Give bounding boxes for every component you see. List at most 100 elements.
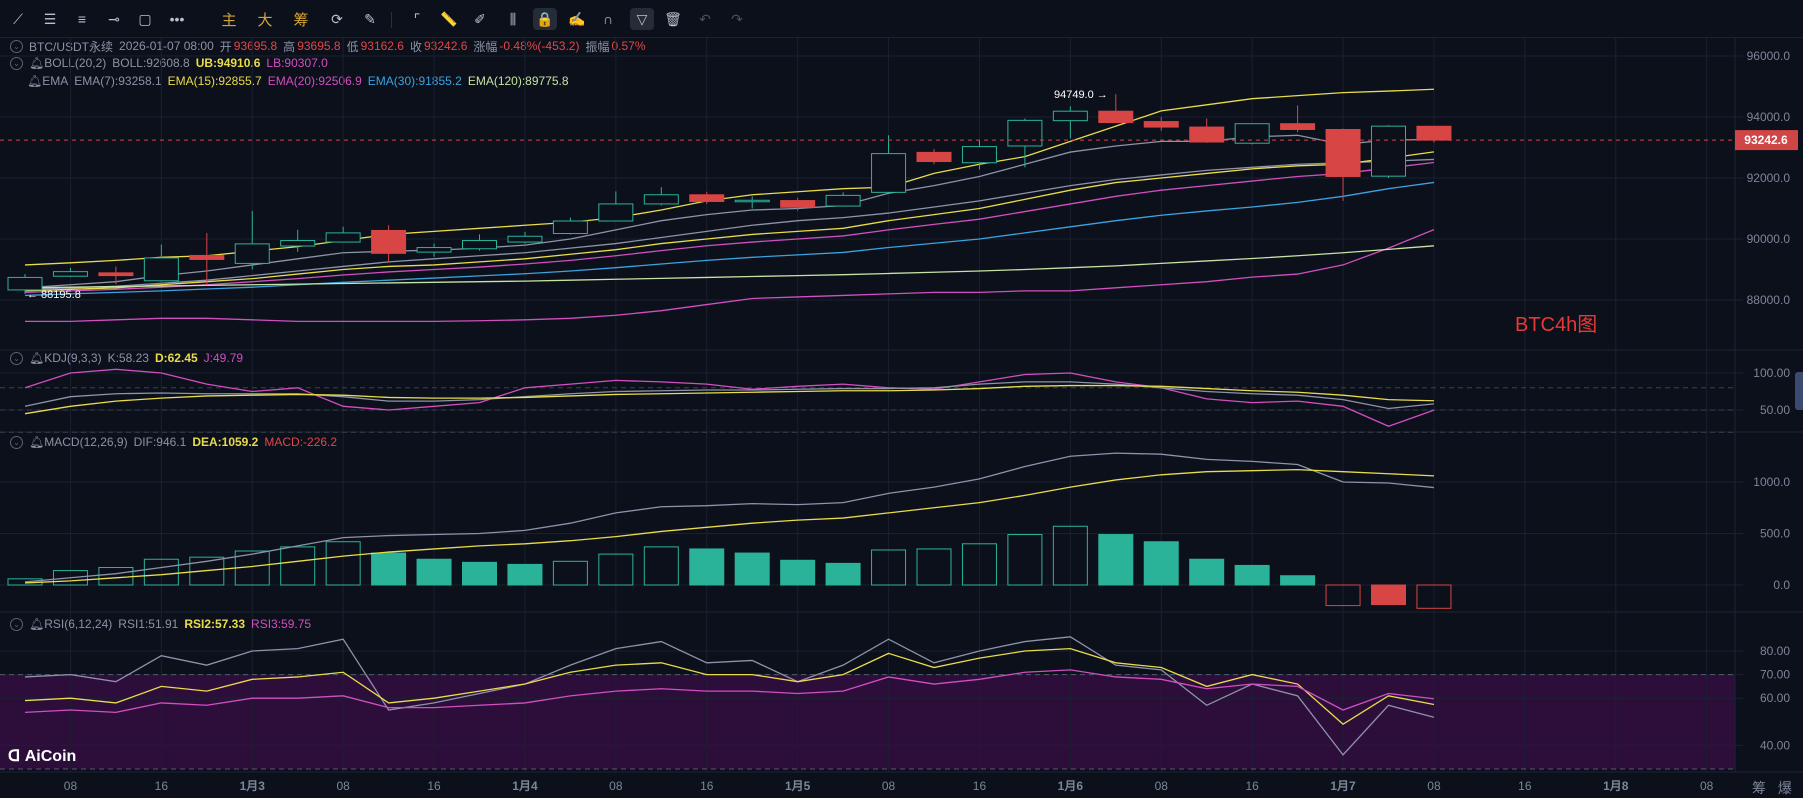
macd-dif: DIF:946.1 [133,435,187,449]
rsi3: RSI3:59.75 [251,617,312,631]
candle [1143,117,1179,131]
chart-note: BTC4h图 [1515,314,1598,336]
time-tick-label: 1月8 [1603,779,1629,793]
candle-body [1280,123,1316,131]
candle [734,196,770,209]
collapse-icon[interactable]: ⌄ [10,351,23,365]
candle-body [916,151,952,163]
line-boll [24,158,1434,290]
candle [1280,105,1316,133]
macd-histogram-bar [462,561,497,586]
candle [189,232,225,286]
macd-legend: ⌄ 🔔︎ MACD(12,26,9) DIF:946.1 DEA:1059.2 … [10,435,337,449]
macd-histogram-bar [1371,584,1406,606]
macd-histogram-bar [734,552,770,586]
macd-histogram-bar [780,559,816,586]
chips-liquidation-toggle[interactable]: 筹 爆 [1752,778,1796,798]
price-tick-label: 90000.0 [1747,232,1791,246]
candle [462,234,497,251]
candle-body [871,153,907,193]
line-ema-7- [24,134,1434,289]
chart-canvas[interactable]: 08 16 1月3 08 16 1月4 08 16 1月5 08 16 1月6 08 16 1月7 08 16 1… [0,0,1803,798]
side-panel-handle[interactable] [1795,372,1803,410]
macd-histogram-bar [416,558,452,586]
current-price-value: 93242.6 [1744,133,1788,147]
price-tick-label: 60.00 [1760,691,1790,705]
time-tick-label: 08 [882,779,896,793]
candle-body [825,194,861,207]
kdj-line-j [24,368,1435,427]
candle [643,187,679,206]
price-tick-label: 92000.0 [1747,171,1791,185]
candle [416,243,452,257]
price-tick-label: 1000.0 [1753,475,1790,489]
macd-histogram-bar [1280,575,1316,586]
macd-histogram-bar [280,546,316,586]
macd-histogram-bar [371,552,407,586]
candle-body [1052,110,1088,122]
macd-histogram-bar [1234,564,1270,586]
time-tick-label: 08 [64,779,78,793]
macd-histogram-bar [552,560,588,586]
candle [98,266,134,285]
candle-body [643,194,679,205]
low-price-label: ← 88195.8 [27,289,81,301]
price-tick-label: 0.0 [1773,578,1790,592]
high-price-label: 94749.0 → [1054,89,1108,101]
candle-body [234,243,270,264]
aicoin-logo: ᗡ AiCoin [8,746,76,766]
line-ema-15- [24,151,1435,292]
candle-body [462,240,497,250]
macd-histogram-bar [1098,534,1134,586]
candle-body [98,272,134,277]
time-tick-label: 16 [700,779,714,793]
candle-body [371,229,407,254]
candle [143,244,179,282]
collapse-icon[interactable]: ⌄ [10,617,23,631]
candle [1007,118,1043,168]
time-tick-label: 1月5 [785,779,811,793]
kdj-name[interactable]: KDJ(9,3,3) [44,351,101,365]
collapse-icon[interactable]: ⌄ [10,435,23,449]
line-ema-20- [24,161,1435,294]
time-tick-label: 08 [336,779,350,793]
time-tick-label: 16 [155,779,169,793]
time-tick-label: 1月7 [1330,779,1356,793]
time-tick-label: 1月6 [1058,779,1084,793]
candle-body [52,271,88,277]
logo-text: AiCoin [24,748,77,765]
candle [507,231,543,244]
time-tick-label: 16 [427,779,441,793]
bell-icon[interactable]: 🔔︎ [29,351,44,365]
candle [916,149,952,165]
candle-body [1007,119,1043,147]
macd-histogram-bar [689,548,725,586]
rsi2: RSI2:57.33 [184,617,246,631]
candle [325,226,361,243]
rsi1: RSI1:51.91 [118,617,179,631]
candle [371,225,407,261]
macd-histogram-bar [825,562,861,586]
candle [1189,118,1225,143]
kdj-j: J:49.79 [203,351,244,365]
candle-body [143,257,179,282]
time-tick-label: 16 [1518,779,1532,793]
candle [280,229,316,252]
kdj-legend: ⌄ 🔔︎ KDJ(9,3,3) K:58.23 D:62.45 J:49.79 [10,351,243,365]
macd-histogram-bar [1189,558,1225,586]
rsi-legend: ⌄ 🔔︎ RSI(6,12,24) RSI1:51.91 RSI2:57.33 … [10,617,311,631]
candle [1234,123,1270,145]
candle [234,210,270,270]
time-tick-label: 16 [973,779,987,793]
rsi-overbought-band [0,674,1735,769]
time-tick-label: 08 [609,779,623,793]
rsi-name[interactable]: RSI(6,12,24) [44,617,112,631]
candle-body [1098,110,1134,123]
bell-icon[interactable]: 🔔︎ [29,617,44,631]
candle-body [689,194,725,202]
candle-body [552,220,588,235]
bell-icon[interactable]: 🔔︎ [29,435,44,449]
kdj-k: K:58.23 [107,351,149,365]
price-tick-label: 40.00 [1760,738,1790,752]
macd-name[interactable]: MACD(12,26,9) [44,435,127,449]
